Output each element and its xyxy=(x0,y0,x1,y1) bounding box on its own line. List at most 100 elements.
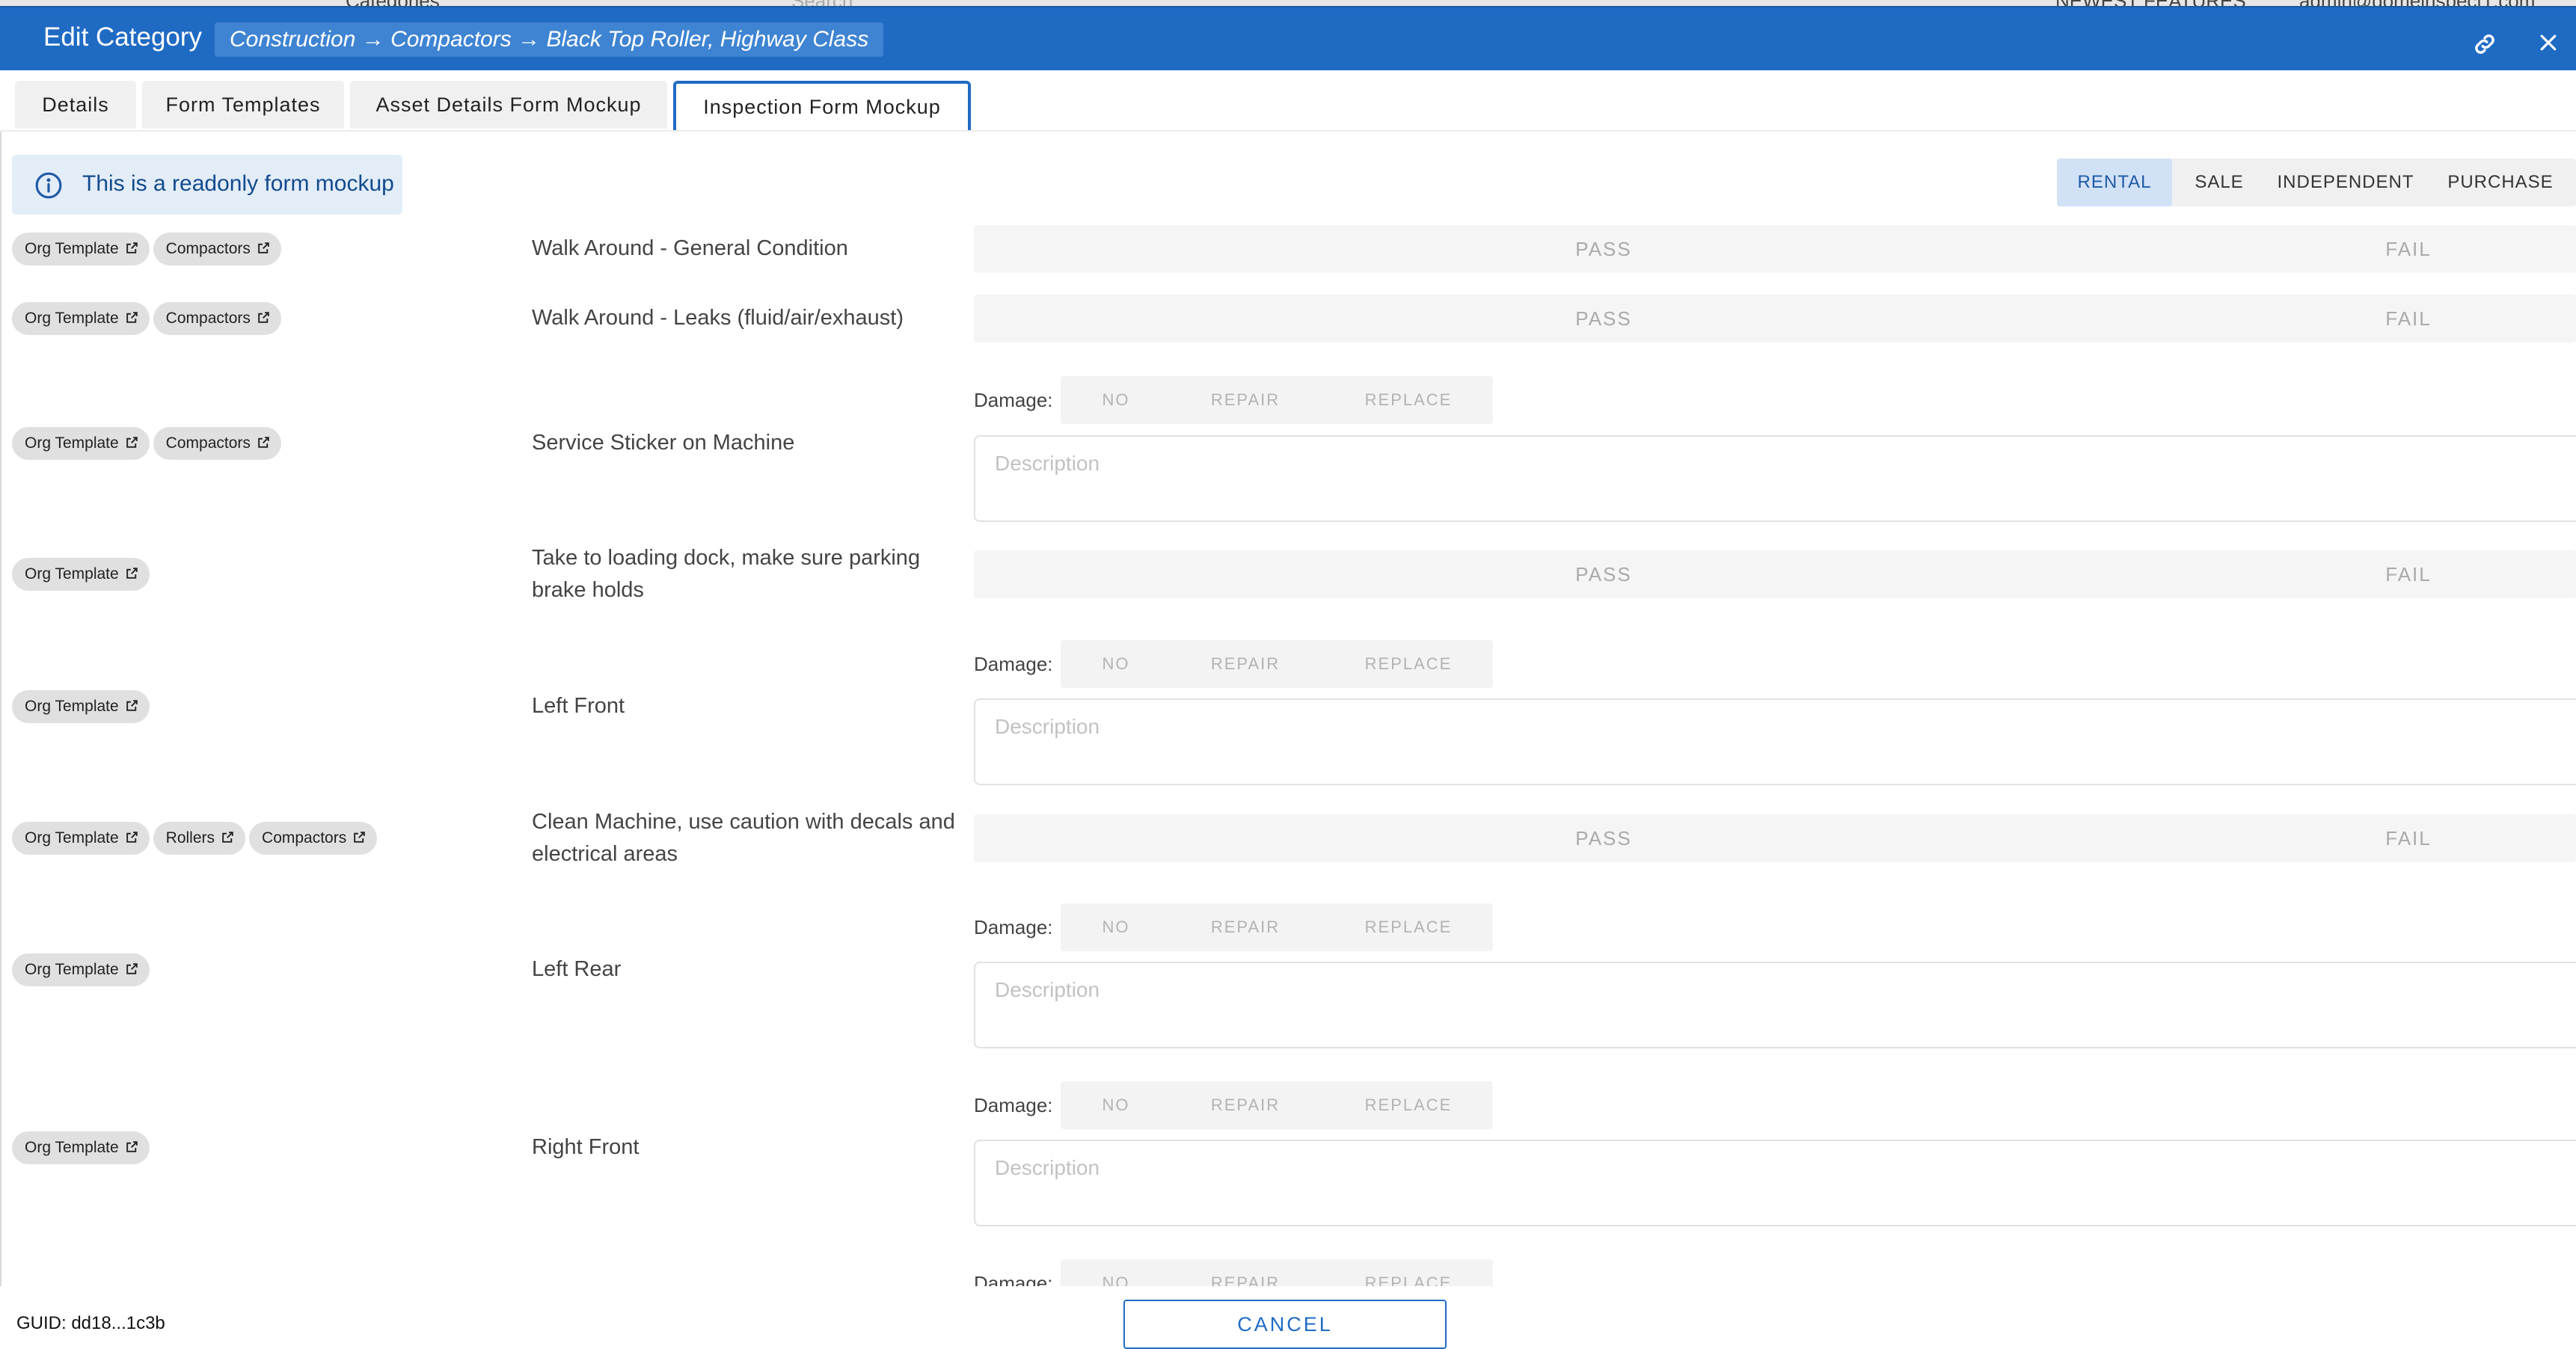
guid-label: GUID: dd18...1c3b xyxy=(16,1313,165,1333)
damage-replace[interactable]: REPLACE xyxy=(1348,903,1469,951)
mode-purchase[interactable]: PURCHASE xyxy=(2425,159,2576,206)
chip-label: Rollers xyxy=(165,829,215,846)
fail-option[interactable]: FAIL xyxy=(2334,814,2483,862)
fail-option[interactable]: FAIL xyxy=(2334,225,2483,273)
chip-label: Org Template xyxy=(25,310,119,327)
tab-bar: Details Form Templates Asset Details For… xyxy=(0,70,2576,132)
row-chips: Org Template xyxy=(12,690,153,723)
description-input[interactable] xyxy=(995,712,2491,742)
mode-rental[interactable]: RENTAL xyxy=(2057,159,2172,206)
chip-org-template[interactable]: Org Template xyxy=(12,1131,150,1164)
chip-org-template[interactable]: Org Template xyxy=(12,953,150,986)
damage-no[interactable]: NO xyxy=(1088,376,1144,424)
chip-rollers[interactable]: Rollers xyxy=(153,822,246,855)
fail-option[interactable]: FAIL xyxy=(2334,295,2483,342)
chip-compactors[interactable]: Compactors xyxy=(153,233,281,265)
damage-label: Damage: xyxy=(974,1094,1053,1116)
fail-option[interactable]: FAIL xyxy=(2334,550,2483,598)
tab-inspection-form-mockup[interactable]: Inspection Form Mockup xyxy=(673,81,971,130)
external-link-icon xyxy=(126,963,138,974)
chip-org-template[interactable]: Org Template xyxy=(12,822,150,855)
damage-options: NO REPAIR REPLACE xyxy=(1061,1081,1493,1129)
chip-org-template[interactable]: Org Template xyxy=(12,233,150,265)
row-chips: Org Template Rollers Compactors xyxy=(12,822,381,855)
chip-org-template[interactable]: Org Template xyxy=(12,302,150,335)
external-link-icon xyxy=(126,437,138,448)
row-chips: Org Template Compactors xyxy=(12,427,285,460)
chip-org-template[interactable]: Org Template xyxy=(12,558,150,591)
category-breadcrumb: Construction → Compactors → Black Top Ro… xyxy=(215,22,884,57)
chip-label: Compactors xyxy=(165,434,251,452)
pass-fail-toggle: PASS FAIL xyxy=(974,814,2576,862)
inspection-item-label: Service Sticker on Machine xyxy=(532,431,795,455)
readonly-message: This is a readonly form mockup xyxy=(82,171,394,196)
pass-option[interactable]: PASS xyxy=(1529,225,1678,273)
chip-compactors[interactable]: Compactors xyxy=(249,822,378,855)
chip-label: Org Template xyxy=(25,1139,119,1156)
chip-label: Compactors xyxy=(165,310,251,327)
damage-no[interactable]: NO xyxy=(1088,1081,1144,1129)
dialog-titlebar: Edit Category Construction → Compactors … xyxy=(0,6,2576,70)
external-link-icon xyxy=(126,1141,138,1152)
info-icon xyxy=(35,172,62,199)
chip-org-template[interactable]: Org Template xyxy=(12,690,150,723)
mode-independent[interactable]: INDEPENDENT xyxy=(2266,159,2425,206)
damage-replace[interactable]: REPLACE xyxy=(1348,1081,1469,1129)
description-field[interactable] xyxy=(974,698,2576,785)
description-field[interactable] xyxy=(974,1140,2576,1226)
description-field[interactable] xyxy=(974,435,2576,522)
pass-option[interactable]: PASS xyxy=(1529,295,1678,342)
pass-option[interactable]: PASS xyxy=(1529,550,1678,598)
link-icon[interactable] xyxy=(2472,31,2497,57)
damage-no[interactable]: NO xyxy=(1088,903,1144,951)
damage-replace[interactable]: REPLACE xyxy=(1348,640,1469,688)
app-root: { "background": {"left_text": "Categorie… xyxy=(0,0,2576,1349)
chip-compactors[interactable]: Compactors xyxy=(153,427,281,460)
tab-details[interactable]: Details xyxy=(15,81,136,129)
damage-no[interactable]: NO xyxy=(1088,640,1144,688)
tab-form-templates[interactable]: Form Templates xyxy=(142,81,344,129)
inspection-item-label: Walk Around - General Condition xyxy=(532,236,848,260)
description-field[interactable] xyxy=(974,962,2576,1048)
damage-replace[interactable]: REPLACE xyxy=(1348,376,1469,424)
pass-option[interactable]: PASS xyxy=(1529,814,1678,862)
mode-sale[interactable]: SALE xyxy=(2172,159,2266,206)
description-input[interactable] xyxy=(995,975,2491,1005)
chip-label: Compactors xyxy=(165,240,251,257)
dialog-title: Edit Category xyxy=(43,22,203,52)
chip-compactors[interactable]: Compactors xyxy=(153,302,281,335)
external-link-icon xyxy=(126,242,138,253)
damage-repair[interactable]: REPAIR xyxy=(1192,903,1298,951)
close-icon[interactable] xyxy=(2537,31,2560,54)
external-link-icon xyxy=(126,312,138,323)
damage-repair[interactable]: REPAIR xyxy=(1192,640,1298,688)
readonly-info-banner: This is a readonly form mockup xyxy=(12,155,402,215)
row-chips: Org Template xyxy=(12,1131,153,1164)
damage-options: NO REPAIR REPLACE xyxy=(1061,376,1493,424)
damage-repair[interactable]: REPAIR xyxy=(1192,1081,1298,1129)
pass-fail-toggle: PASS FAIL xyxy=(974,550,2576,598)
chip-label: Org Template xyxy=(25,961,119,978)
inspection-item-label: Take to loading dock, make sure parking … xyxy=(532,546,921,602)
inspection-item-label: Clean Machine, use caution with decals a… xyxy=(532,810,955,866)
external-link-icon xyxy=(258,242,269,253)
chip-label: Compactors xyxy=(262,829,347,846)
chip-label: Org Template xyxy=(25,240,119,257)
cancel-button[interactable]: CANCEL xyxy=(1123,1300,1447,1349)
dialog-left-border xyxy=(0,132,1,1349)
mode-toggle-group: RENTAL SALE INDEPENDENT PURCHASE xyxy=(2057,159,2576,206)
damage-label: Damage: xyxy=(974,653,1053,675)
external-link-icon xyxy=(222,832,233,843)
external-link-icon xyxy=(126,700,138,711)
description-input[interactable] xyxy=(995,1153,2491,1183)
chip-org-template[interactable]: Org Template xyxy=(12,427,150,460)
chip-label: Org Template xyxy=(25,565,119,583)
tab-asset-details-form-mockup[interactable]: Asset Details Form Mockup xyxy=(350,81,667,129)
row-chips: Org Template Compactors xyxy=(12,302,285,335)
description-input[interactable] xyxy=(995,449,2491,479)
damage-options: NO REPAIR REPLACE xyxy=(1061,903,1493,951)
row-chips: Org Template xyxy=(12,953,153,986)
chip-label: Org Template xyxy=(25,698,119,715)
damage-repair[interactable]: REPAIR xyxy=(1192,376,1298,424)
inspection-item-label: Right Front xyxy=(532,1135,640,1159)
